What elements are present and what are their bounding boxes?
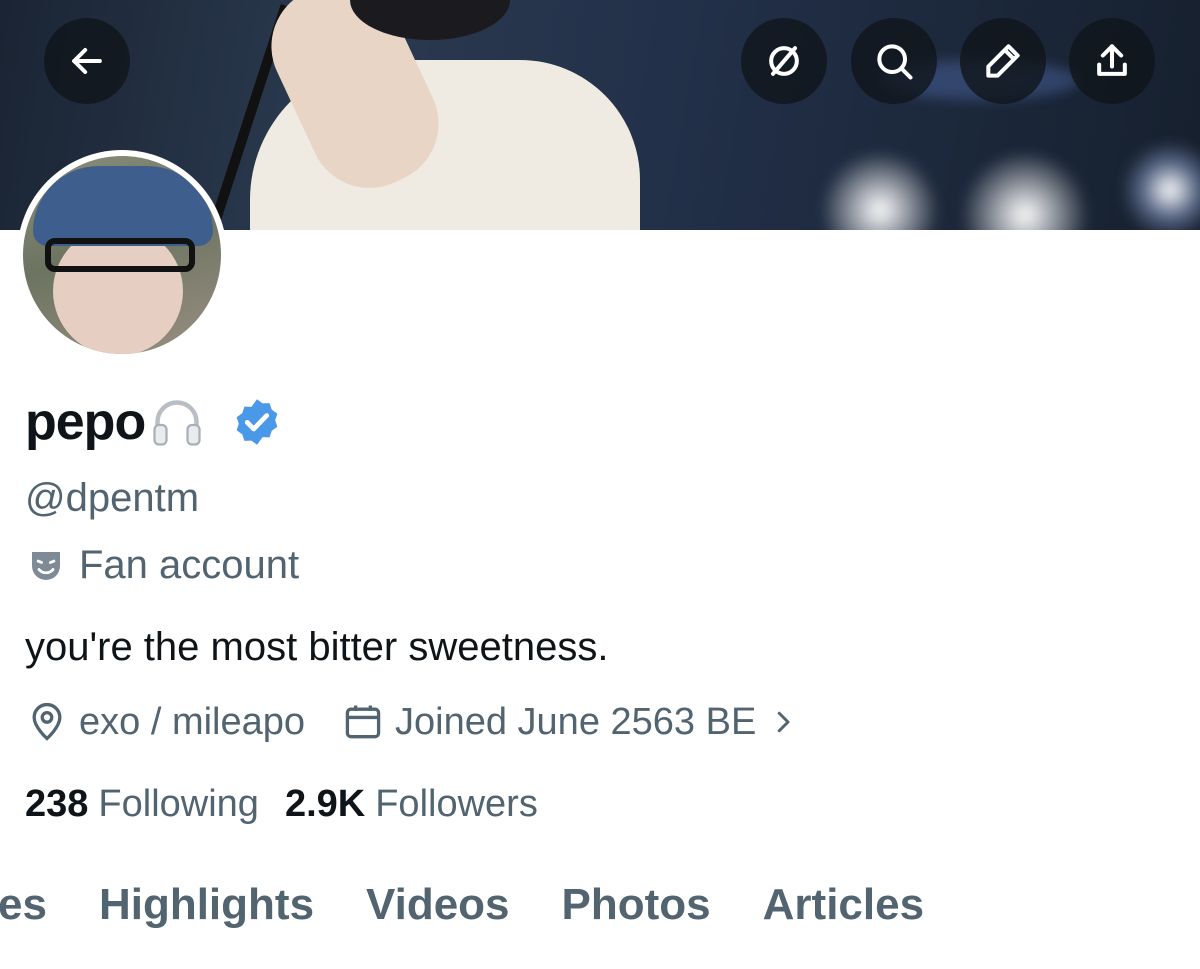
- share-button[interactable]: [1069, 18, 1155, 104]
- calendar-icon: [345, 705, 381, 739]
- following-count[interactable]: 238: [25, 783, 88, 826]
- followers-label[interactable]: Followers: [375, 783, 538, 826]
- share-upload-icon: [1097, 44, 1127, 76]
- username-handle: @dpentm: [25, 476, 200, 520]
- following-label[interactable]: Following: [98, 783, 259, 826]
- edit-pencil-icon: [986, 44, 1020, 78]
- joined-text: Joined June 2563 BE: [395, 700, 757, 743]
- profile-bio: you're the most bitter sweetness.: [25, 625, 609, 669]
- tab-photos[interactable]: Photos: [562, 880, 711, 930]
- chevron-right-icon: [778, 711, 790, 733]
- headphones-icon: [153, 400, 201, 446]
- map-pin-icon: [32, 702, 62, 741]
- location-item: exo / mileapo: [25, 700, 305, 744]
- tab-replies-partial[interactable]: es: [0, 880, 47, 930]
- unfollow-circle-slash-icon: [769, 46, 799, 76]
- profile-meta: exo / mileapo Joined June 2563 BE: [25, 700, 844, 744]
- edit-button[interactable]: [960, 18, 1046, 104]
- search-icon: [877, 44, 913, 80]
- category-label: Fan account: [25, 543, 299, 588]
- arrow-left-icon: [72, 47, 102, 75]
- follow-stats: 238 Following 2.9K Followers: [25, 783, 564, 826]
- joined-item[interactable]: Joined June 2563 BE: [341, 700, 808, 744]
- tab-articles[interactable]: Articles: [763, 880, 924, 930]
- verified-badge-icon[interactable]: [231, 396, 283, 448]
- tab-highlights[interactable]: Highlights: [99, 880, 314, 930]
- followers-count[interactable]: 2.9K: [285, 783, 365, 826]
- unfollow-button[interactable]: [741, 18, 827, 104]
- tab-videos[interactable]: Videos: [366, 880, 509, 930]
- location-text: exo / mileapo: [79, 700, 306, 743]
- name-row: pepo: [25, 392, 283, 452]
- display-name: pepo: [25, 393, 146, 451]
- category-text: Fan account: [79, 543, 300, 587]
- profile-avatar[interactable]: [17, 150, 227, 360]
- search-button[interactable]: [851, 18, 937, 104]
- avatar-image: [23, 156, 221, 354]
- back-button[interactable]: [44, 18, 130, 104]
- profile-tabs: es Highlights Videos Photos Articles: [0, 880, 976, 930]
- theater-mask-icon: [32, 551, 60, 580]
